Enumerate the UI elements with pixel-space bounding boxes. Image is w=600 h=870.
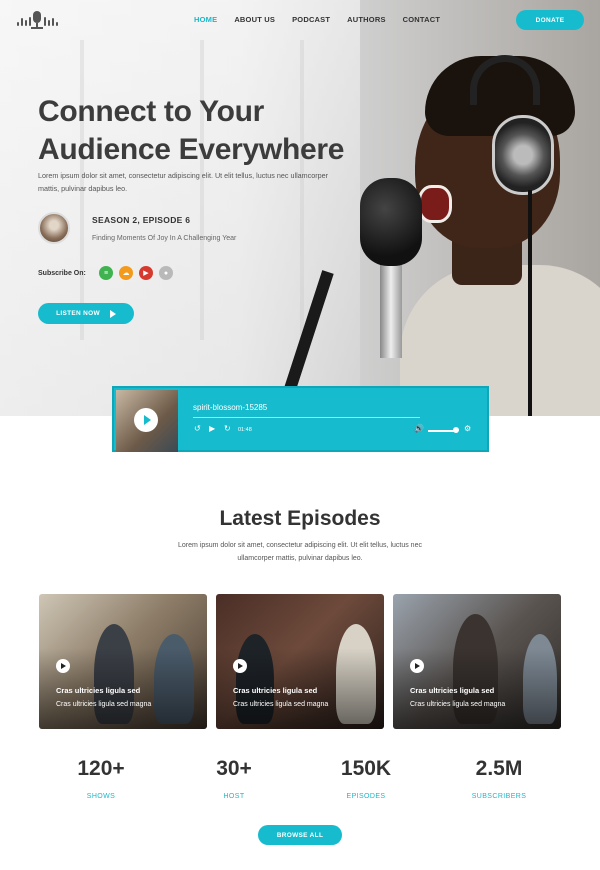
episode-subtitle: Finding Moments Of Joy In A Challenging …: [92, 235, 237, 242]
episode-card-subtitle: Cras ultricies ligula sed magna: [410, 701, 506, 708]
nav-item-about-us[interactable]: ABOUT US: [234, 15, 275, 24]
volume-slider-knob[interactable]: [453, 427, 459, 433]
episode-card-subtitle: Cras ultricies ligula sed magna: [233, 701, 329, 708]
play-icon[interactable]: [233, 659, 247, 673]
stat-subscribers: 2.5M SUBSCRIBERS: [439, 757, 559, 800]
play-icon[interactable]: [410, 659, 424, 673]
listen-now-label: LISTEN NOW: [56, 310, 100, 317]
donate-button[interactable]: DONATE: [516, 10, 584, 30]
stat-episodes: 150K EPISODES: [306, 757, 426, 800]
episode-card-title: Cras ultricies ligula sed: [410, 686, 495, 695]
youtube-icon[interactable]: ▶: [139, 266, 153, 280]
stat-shows: 120+ SHOWS: [41, 757, 161, 800]
headphones-cable: [528, 190, 532, 416]
play-icon[interactable]: [56, 659, 70, 673]
nav-item-authors[interactable]: AUTHORS: [347, 15, 385, 24]
listen-now-button[interactable]: LISTEN NOW: [38, 303, 134, 324]
microphone-body: [380, 258, 402, 358]
stat-value: 30+: [216, 757, 252, 780]
nav-item-contact[interactable]: CONTACT: [403, 15, 441, 24]
subscribe-label: Subscribe On:: [38, 270, 86, 277]
volume-icon[interactable]: 🔊: [414, 425, 424, 433]
stat-label: SHOWS: [86, 793, 116, 800]
episode-card-subtitle: Cras ultricies ligula sed magna: [56, 701, 152, 708]
spotify-icon[interactable]: ≡: [99, 266, 113, 280]
latest-episodes-title: Latest Episodes: [219, 507, 381, 530]
apple-icon[interactable]: ●: [159, 266, 173, 280]
episode-title: SEASON 2, EPISODE 6: [92, 215, 191, 225]
stat-label: SUBSCRIBERS: [471, 793, 527, 800]
hero-title: Connect to Your Audience Everywhere: [38, 93, 418, 169]
browse-all-button[interactable]: BROWSE ALL: [258, 825, 342, 845]
audio-player: spirit-blossom-15285 ↺ ▶ ↻ 01:48 🔊 ⚙: [112, 386, 489, 452]
play-icon: [109, 309, 116, 318]
player-track-name: spirit-blossom-15285: [193, 403, 268, 412]
player-time: 01:48: [238, 427, 252, 433]
play-button-icon[interactable]: ▶: [209, 425, 215, 433]
episode-card-title: Cras ultricies ligula sed: [233, 686, 318, 695]
main-menu: HOME ABOUT US PODCAST AUTHORS CONTACT: [194, 15, 457, 24]
stat-value: 120+: [77, 757, 125, 780]
hero-description: Lorem ipsum dolor sit amet, consectetur …: [38, 171, 329, 193]
stat-value: 150K: [340, 757, 392, 780]
player-thumbnail: [116, 390, 178, 452]
episode-card-title: Cras ultricies ligula sed: [56, 686, 141, 695]
nav-item-podcast[interactable]: PODCAST: [292, 15, 330, 24]
podcast-logo-icon[interactable]: [17, 11, 58, 29]
hero-title-line-2: Audience Everywhere: [38, 133, 345, 166]
subscribe-icons: ≡ ☁ ▶ ●: [99, 266, 173, 280]
latest-episodes-description: Lorem ipsum dolor sit amet, consectetur …: [178, 542, 422, 562]
soundcloud-icon[interactable]: ☁: [119, 266, 133, 280]
settings-gear-icon[interactable]: ⚙: [464, 425, 471, 433]
episode-card[interactable]: Cras ultricies ligula sed Cras ultricies…: [39, 594, 207, 729]
stat-value: 2.5M: [475, 757, 523, 780]
episode-card[interactable]: Cras ultricies ligula sed Cras ultricies…: [216, 594, 384, 729]
player-progress-bar[interactable]: [193, 417, 420, 418]
rewind-icon[interactable]: ↺: [194, 425, 201, 433]
stat-label: HOST: [223, 793, 245, 800]
stat-label: EPISODES: [346, 793, 386, 800]
hero-title-line-1: Connect to Your: [38, 95, 265, 128]
headphones-earcup: [492, 115, 554, 195]
play-icon[interactable]: [134, 408, 158, 432]
top-nav: HOME ABOUT US PODCAST AUTHORS CONTACT DO…: [0, 0, 600, 40]
episode-card[interactable]: Cras ultricies ligula sed Cras ultricies…: [393, 594, 561, 729]
hero-section: [0, 0, 600, 416]
microphone-head: [360, 178, 422, 266]
episode-avatar: [38, 212, 70, 244]
forward-icon[interactable]: ↻: [224, 425, 231, 433]
nav-item-home[interactable]: HOME: [194, 15, 217, 24]
hero-person-mouth: [418, 185, 452, 223]
stat-host: 30+ HOST: [174, 757, 294, 800]
volume-slider[interactable]: [428, 430, 456, 432]
